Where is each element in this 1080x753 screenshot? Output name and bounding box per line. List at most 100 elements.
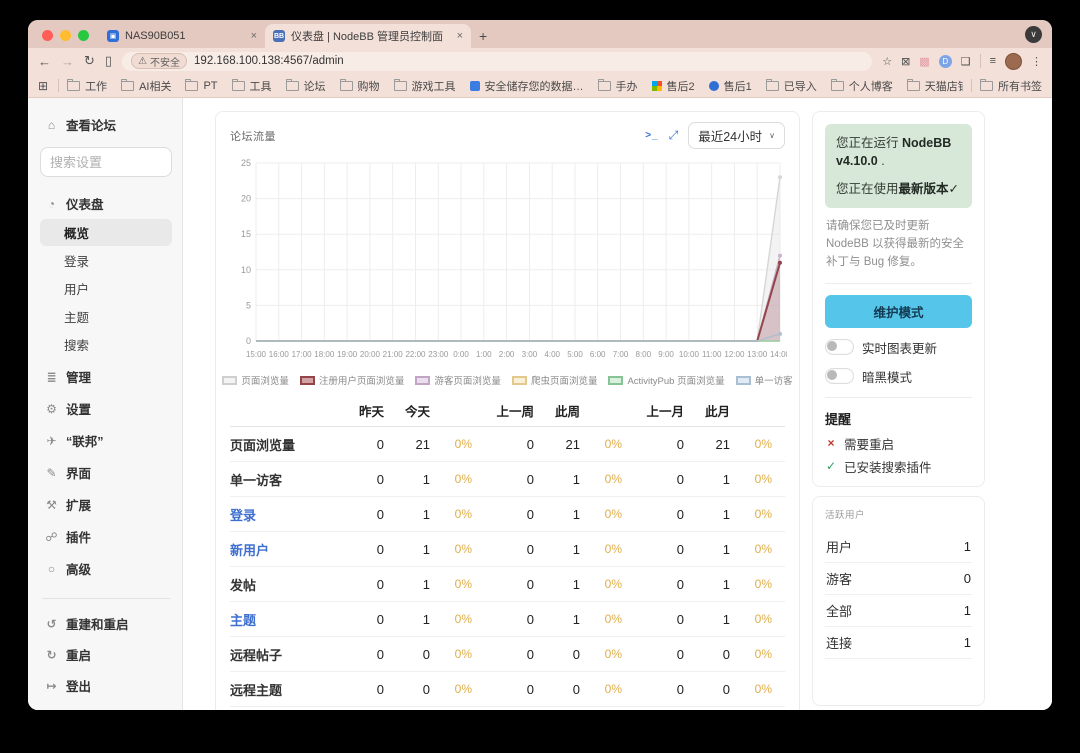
cell: 0 xyxy=(526,576,534,592)
extension-icon-2[interactable]: ▩ xyxy=(919,55,929,68)
bookmark-item[interactable]: 购物 xyxy=(339,78,380,94)
close-window-button[interactable] xyxy=(42,30,53,41)
divider xyxy=(825,396,972,398)
apps-grid-icon[interactable]: ⊞ xyxy=(38,79,48,93)
all-bookmarks-button[interactable]: 所有书签 xyxy=(980,78,1042,94)
bookmark-item[interactable]: 工作 xyxy=(67,78,107,94)
browser-tab-nas[interactable]: ▣ NAS90B051 × xyxy=(99,24,265,48)
sidebar-item-federation[interactable]: ✈ “联邦” xyxy=(40,426,172,455)
bookmark-item[interactable]: 论坛 xyxy=(285,78,326,94)
settings-search-input[interactable] xyxy=(40,147,172,177)
back-icon[interactable]: ← xyxy=(38,54,51,69)
security-label: 不安全 xyxy=(150,57,181,69)
sidebar-item-restart[interactable]: ↻ 重启 xyxy=(40,640,172,669)
url-bar[interactable]: ⚠ 不安全 192.168.100.138:4567/admin xyxy=(122,51,873,71)
sidebar-item-label: “联邦” xyxy=(66,435,104,449)
sidebar-subitem[interactable]: 概览 xyxy=(40,219,172,246)
dark-mode-toggle[interactable] xyxy=(825,368,854,385)
row-label[interactable]: 新用户 xyxy=(230,540,338,559)
realtime-chart-toggle[interactable] xyxy=(825,339,854,356)
kebab-menu-icon[interactable]: ⋮ xyxy=(1031,55,1042,68)
reload-icon[interactable]: ↻ xyxy=(84,53,95,69)
tab-search-icon[interactable]: ∨ xyxy=(1025,26,1042,43)
sidebar-subitem[interactable]: 用户 xyxy=(40,275,172,302)
row-label[interactable]: 页面浏览量 xyxy=(230,435,338,454)
sidebar-subitem-label: 登录 xyxy=(64,255,90,269)
svg-text:9:00: 9:00 xyxy=(658,350,674,359)
row-label[interactable]: 单一访客 xyxy=(230,470,338,489)
tune-icon[interactable]: ≡ xyxy=(990,55,996,67)
bookmark-item[interactable]: 售后1 xyxy=(708,78,752,94)
bookmark-label: 购物 xyxy=(357,80,380,93)
profile-avatar[interactable] xyxy=(1005,52,1022,70)
sidebar-subitem[interactable]: 登录 xyxy=(40,247,172,274)
bookmark-star-icon[interactable]: ☆ xyxy=(882,55,892,68)
terminal-icon[interactable]: >_ xyxy=(645,130,658,141)
sidebar-subitem[interactable]: 搜索 xyxy=(40,331,172,358)
minimize-window-button[interactable] xyxy=(60,30,71,41)
legend-swatch xyxy=(415,375,431,385)
legend-item[interactable]: 游客页面浏览量 xyxy=(415,373,501,387)
fullscreen-window-button[interactable] xyxy=(78,30,89,41)
bookmark-item[interactable]: 手办 xyxy=(597,78,638,94)
sidebar-item-settings[interactable]: ⚙ 设置 xyxy=(40,394,172,423)
legend-item[interactable]: ActivityPub 页面浏览量 xyxy=(608,373,725,387)
bookmark-item[interactable]: 已导入 xyxy=(765,78,817,94)
metric-label: 用户 xyxy=(826,539,853,555)
legend-item[interactable]: 爬虫页面浏览量 xyxy=(511,373,598,387)
svg-text:10: 10 xyxy=(241,265,251,275)
cell-percent: 0% xyxy=(454,507,472,521)
sidebar-item-dashboard[interactable]: ◔ 仪表盘 xyxy=(40,189,172,218)
bookmark-label: 手办 xyxy=(615,80,638,93)
cell: 1 xyxy=(422,506,430,522)
new-tab-button[interactable]: + xyxy=(471,28,497,48)
cell-percent: 0% xyxy=(754,647,772,661)
maintenance-mode-button[interactable]: 维护模式 xyxy=(825,294,972,328)
legend-item[interactable]: 页面浏览量 xyxy=(222,373,289,387)
tab-close-icon[interactable]: × xyxy=(251,30,257,42)
bookmark-item[interactable]: 天猫店铺 xyxy=(906,78,963,94)
time-range-dropdown[interactable]: 最近24小时 ∨ xyxy=(688,122,785,149)
bookmark-item[interactable]: 安全储存您的数据… xyxy=(469,78,584,94)
extension-icon-1[interactable]: ⊠ xyxy=(901,55,910,68)
alert-status-icon: ✓ xyxy=(825,459,837,474)
forward-icon[interactable]: → xyxy=(61,54,74,69)
row-label[interactable]: 远程帖子 xyxy=(230,645,338,664)
header-cell: 上一月 xyxy=(646,405,684,419)
sidebar-item-manage[interactable]: ≣ 管理 xyxy=(40,362,172,391)
sidebar-item-appearance[interactable]: ✎ 界面 xyxy=(40,458,172,487)
bookmark-item[interactable]: 工具 xyxy=(231,78,272,94)
sidebar-item-logout[interactable]: ↦ 登出 xyxy=(40,671,172,700)
legend-item[interactable]: 单一访客 xyxy=(735,373,793,387)
sidebar-item-extend[interactable]: ⚒ 扩展 xyxy=(40,490,172,519)
row-label[interactable]: 主题 xyxy=(230,610,338,629)
row-label[interactable]: 登录 xyxy=(230,505,338,524)
side-panel-icon[interactable]: ▯ xyxy=(105,53,112,69)
cell-percent: 0% xyxy=(754,472,772,486)
sidebar-item-view-forum[interactable]: ⌂ 查看论坛 xyxy=(40,110,172,139)
bookmark-item[interactable]: AI相关 xyxy=(121,78,171,94)
security-chip[interactable]: ⚠ 不安全 xyxy=(131,53,188,69)
legend-item[interactable]: 注册用户页面浏览量 xyxy=(299,373,404,387)
row-label[interactable]: 远程主题 xyxy=(230,680,338,699)
browser-tab-nodebb[interactable]: BB 仪表盘 | NodeBB 管理员控制面 × xyxy=(265,24,471,48)
sidebar-item-advanced[interactable]: ○ 高级 xyxy=(40,554,172,583)
sidebar-subitem[interactable]: 主题 xyxy=(40,303,172,330)
sidebar-subitem-label: 搜索 xyxy=(64,339,90,353)
tab-close-icon[interactable]: × xyxy=(457,30,463,42)
bookmark-item[interactable]: 个人博客 xyxy=(830,78,893,94)
table-row: 登录 0 1 0% 0 1 0% 0 1 0% xyxy=(230,497,785,532)
legend-label: 爬虫页面浏览量 xyxy=(530,376,598,387)
row-label[interactable]: 发帖 xyxy=(230,575,338,594)
active-users-list: 用户 1 游客 0 全部 1 连接 1 xyxy=(825,531,972,659)
bookmark-item[interactable]: 游戏工具 xyxy=(393,78,456,94)
forum-traffic-chart[interactable]: 0 5 10 15 20 25 15:00 16:00 17:00 18:00 19:00 20:00… xyxy=(230,153,791,370)
extension-icon-3[interactable]: D xyxy=(938,54,952,68)
bookmark-item[interactable]: PT xyxy=(185,78,218,92)
sidebar-item-plugins[interactable]: ☍ 插件 xyxy=(40,522,172,551)
cell: 1 xyxy=(572,471,580,487)
expand-icon[interactable]: ⤢ xyxy=(669,128,679,143)
sidebar-item-rebuild-restart[interactable]: ↺ 重建和重启 xyxy=(40,609,172,638)
bookmark-item[interactable]: 售后2 xyxy=(651,78,695,94)
extensions-menu-icon[interactable]: ❑ xyxy=(961,55,971,68)
